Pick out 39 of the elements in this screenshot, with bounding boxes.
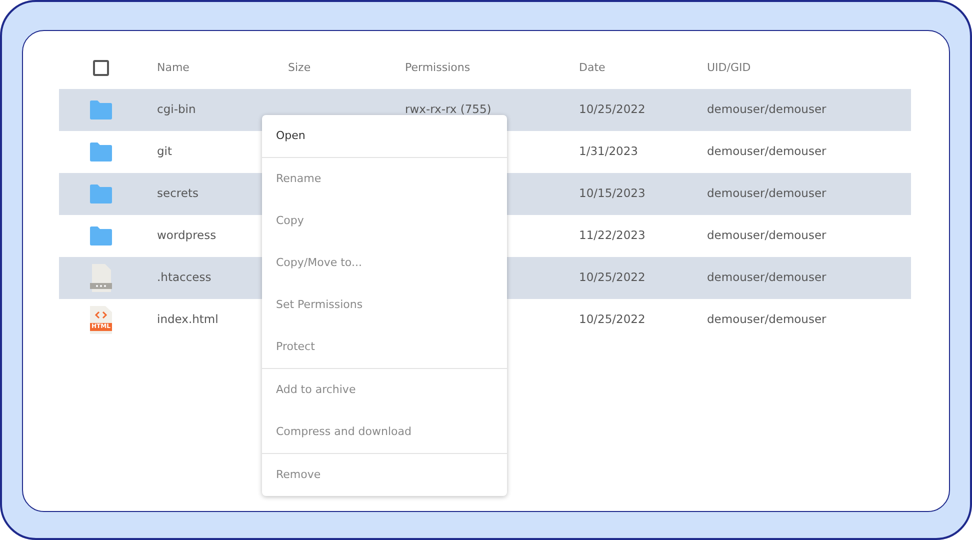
table-cell: demouser/demouser bbox=[707, 312, 826, 326]
menu-item[interactable]: Rename bbox=[262, 158, 507, 200]
menu-item[interactable]: Compress and download bbox=[262, 411, 507, 453]
table-cell: cgi-bin bbox=[157, 102, 196, 116]
table-cell: demouser/demouser bbox=[707, 186, 826, 200]
table-cell: demouser/demouser bbox=[707, 270, 826, 284]
menu-item[interactable]: Protect bbox=[262, 326, 507, 368]
table-cell: 10/25/2022 bbox=[579, 102, 646, 116]
menu-item[interactable]: Remove bbox=[262, 454, 507, 496]
table-cell: 10/15/2023 bbox=[579, 186, 646, 200]
folder-icon bbox=[89, 100, 113, 120]
table-cell: .htaccess bbox=[157, 270, 212, 284]
file-icon bbox=[90, 264, 112, 292]
folder-icon bbox=[89, 142, 113, 162]
menu-item[interactable]: Open bbox=[262, 115, 507, 157]
table-cell: wordpress bbox=[157, 228, 216, 242]
column-header[interactable]: Name bbox=[157, 60, 190, 74]
select-all-checkbox[interactable] bbox=[93, 60, 109, 76]
table-cell: 11/22/2023 bbox=[579, 228, 646, 242]
table-cell: demouser/demouser bbox=[707, 144, 826, 158]
table-cell: rwx-rx-rx (755) bbox=[405, 102, 492, 116]
column-header[interactable]: Date bbox=[579, 60, 606, 74]
table-cell: git bbox=[157, 144, 172, 158]
folder-icon bbox=[89, 226, 113, 246]
menu-item[interactable]: Copy bbox=[262, 200, 507, 242]
table-cell: 10/25/2022 bbox=[579, 270, 646, 284]
table-cell: secrets bbox=[157, 186, 198, 200]
table-cell: index.html bbox=[157, 312, 218, 326]
table-cell: demouser/demouser bbox=[707, 228, 826, 242]
table-cell: demouser/demouser bbox=[707, 102, 826, 116]
table-cell: 1/31/2023 bbox=[579, 144, 638, 158]
table-cell: 10/25/2022 bbox=[579, 312, 646, 326]
menu-item[interactable]: Copy/Move to... bbox=[262, 242, 507, 284]
menu-item[interactable]: Add to archive bbox=[262, 369, 507, 411]
column-header[interactable]: Size bbox=[288, 60, 311, 74]
menu-item[interactable]: Set Permissions bbox=[262, 284, 507, 326]
folder-icon bbox=[89, 184, 113, 204]
column-header[interactable]: Permissions bbox=[405, 60, 470, 74]
column-header[interactable]: UID/GID bbox=[707, 60, 751, 74]
